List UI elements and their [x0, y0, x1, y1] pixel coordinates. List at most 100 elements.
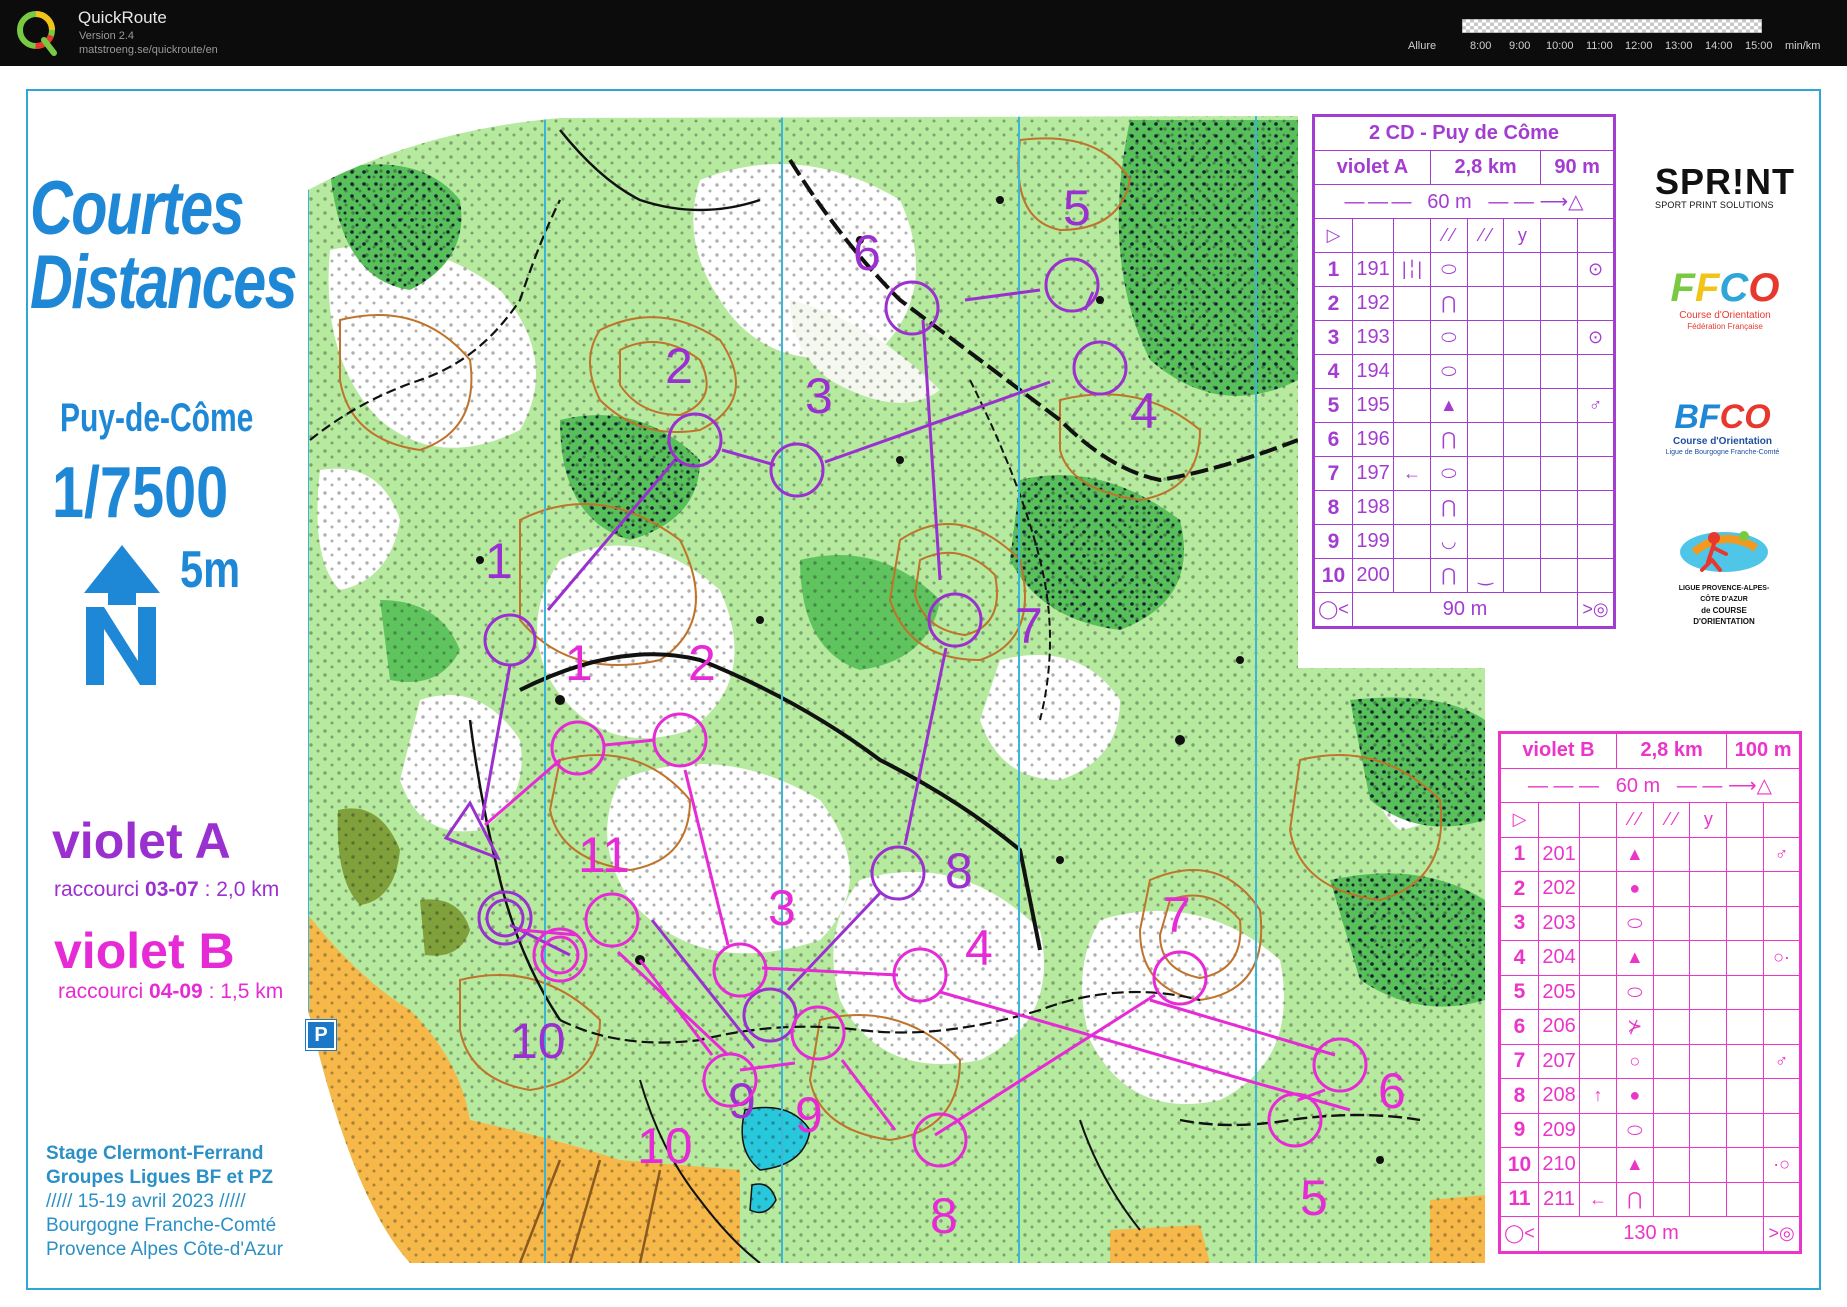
control-feature-symbol: ⋂	[1615, 1181, 1654, 1217]
control-code: 197	[1351, 456, 1395, 491]
control-feature-symbol: ⋂	[1429, 490, 1468, 525]
control-sequence-number: 3	[1499, 905, 1539, 941]
control-appearance-symbol	[1652, 905, 1691, 941]
control-sequence-number: 11	[1499, 1181, 1539, 1217]
control-flag-position-symbol: ○·	[1763, 940, 1801, 976]
control-feature-symbol: ⋂	[1429, 558, 1468, 593]
control-location-detail	[1726, 905, 1765, 941]
control-number: 4	[965, 920, 993, 976]
control-sequence-number: 5	[1499, 974, 1539, 1010]
control-flag-position-symbol	[1577, 422, 1615, 457]
control-appearance-symbol	[1652, 1078, 1691, 1114]
cd-a-start-distance: 60 m	[1427, 191, 1472, 213]
ffco-letter: F	[1670, 266, 1695, 310]
control-sequence-number: 6	[1313, 422, 1353, 457]
control-feature-symbol: ⋂	[1429, 422, 1468, 457]
shortcut-controls: 03-07	[145, 878, 199, 901]
control-number: 8	[945, 843, 973, 899]
ffco-letter: C	[1719, 266, 1749, 310]
control-which-feature	[1579, 940, 1617, 976]
control-dimension	[1689, 1078, 1728, 1114]
control-flag-position-symbol	[1763, 1181, 1801, 1217]
column-e-icon: ⁄ ⁄	[1652, 802, 1691, 838]
control-which-feature	[1393, 320, 1431, 355]
shortcut-length: : 2,0 km	[198, 878, 280, 901]
control-which-feature	[1393, 558, 1431, 593]
control-number: 9	[795, 1087, 823, 1143]
control-which-feature	[1393, 388, 1431, 423]
control-appearance-symbol	[1652, 940, 1691, 976]
control-which-feature	[1579, 974, 1617, 1010]
control-number: 11	[578, 827, 630, 883]
ffco-logo-subtitle-2: Fédération Française	[1687, 322, 1763, 331]
control-dimension	[1503, 456, 1542, 491]
control-code: 198	[1351, 490, 1395, 525]
finish-double-circle-icon: >◎	[1763, 1216, 1801, 1253]
control-code: 192	[1351, 286, 1395, 321]
control-location-detail	[1726, 1112, 1765, 1148]
control-flag-position-symbol	[1577, 354, 1615, 389]
control-appearance-symbol: ‿	[1466, 558, 1505, 593]
dash-arrow-icon: — — —	[1527, 774, 1600, 797]
control-flag-position-symbol	[1763, 974, 1801, 1010]
event-info: Stage Clermont-Ferrand Groupes Ligues BF…	[46, 1142, 283, 1262]
column-e-icon: ⁄ ⁄	[1466, 218, 1505, 253]
control-feature-symbol: ⬭	[1429, 252, 1468, 287]
control-code: 204	[1537, 940, 1581, 976]
cd-a-length: 2,8 km	[1429, 150, 1542, 185]
course-b-shortcut: raccourci 04-09 : 1,5 km	[58, 980, 283, 1004]
map-title: Courtes Distances	[30, 170, 298, 326]
control-flag-position-symbol: ·○	[1763, 1147, 1801, 1183]
control-sequence-number: 4	[1313, 354, 1353, 389]
control-code: 207	[1537, 1043, 1581, 1079]
control-description-row: 2 192 ⋂	[1313, 286, 1615, 321]
control-appearance-symbol	[1466, 388, 1505, 423]
cd-b-start-row: — — — 60 m — — ⟶△	[1499, 767, 1801, 803]
control-code: 194	[1351, 354, 1395, 389]
control-appearance-symbol	[1466, 490, 1505, 525]
control-which-feature	[1393, 354, 1431, 389]
cd-a-course: violet A	[1313, 150, 1431, 185]
control-which-feature	[1393, 524, 1431, 559]
control-flag-position-symbol	[1763, 871, 1801, 907]
map-title-line2: Distances	[30, 240, 298, 326]
control-feature-symbol: ⬭	[1615, 905, 1654, 941]
control-code: 203	[1537, 905, 1581, 941]
control-description-row: 5 205 ⬭	[1499, 974, 1801, 1010]
event-line: Bourgogne Franche-Comté	[46, 1215, 277, 1236]
control-location-detail	[1726, 1181, 1765, 1217]
control-dimension	[1503, 286, 1542, 321]
control-location-detail	[1726, 1043, 1765, 1079]
control-number: 2	[688, 635, 716, 691]
control-code: 205	[1537, 974, 1581, 1010]
control-which-feature	[1393, 422, 1431, 457]
bfco-logo-mark: BFCO	[1660, 398, 1785, 436]
cd-a-finish-distance: 90 m	[1351, 592, 1579, 628]
control-dimension	[1503, 558, 1542, 593]
control-dimension	[1503, 524, 1542, 559]
control-flag-position-symbol	[1577, 558, 1615, 593]
column-d-icon: ⁄ ⁄	[1615, 802, 1654, 838]
finish-circle-icon: ◯<	[1313, 592, 1353, 628]
control-sequence-number: 8	[1499, 1078, 1539, 1114]
control-dimension	[1689, 1147, 1728, 1183]
control-which-feature	[1579, 1112, 1617, 1148]
control-feature-symbol: ○	[1615, 1043, 1654, 1079]
parking-icon: P	[306, 1020, 336, 1050]
control-which-feature	[1579, 1147, 1617, 1183]
bfco-letter: CO	[1719, 398, 1771, 436]
course-a-name: violet A	[52, 813, 231, 869]
control-location-detail	[1726, 1009, 1765, 1045]
control-which-feature: ←	[1393, 456, 1431, 491]
control-description-row: 7 207 ○ ♂	[1499, 1043, 1801, 1079]
control-flag-position-symbol: ♂	[1577, 388, 1615, 423]
control-number: 5	[1063, 180, 1091, 236]
control-feature-symbol: ▲	[1615, 1147, 1654, 1183]
control-description-row: 7 197 ← ⬭	[1313, 456, 1615, 491]
control-appearance-symbol	[1466, 320, 1505, 355]
bfco-logo: BFCO Course d'Orientation Ligue de Bourg…	[1660, 398, 1785, 458]
start-triangle-icon: ▷	[1313, 218, 1353, 253]
control-flag-position-symbol	[1577, 524, 1615, 559]
course-b-name: violet B	[54, 923, 235, 979]
control-feature-symbol: ●	[1615, 1078, 1654, 1114]
